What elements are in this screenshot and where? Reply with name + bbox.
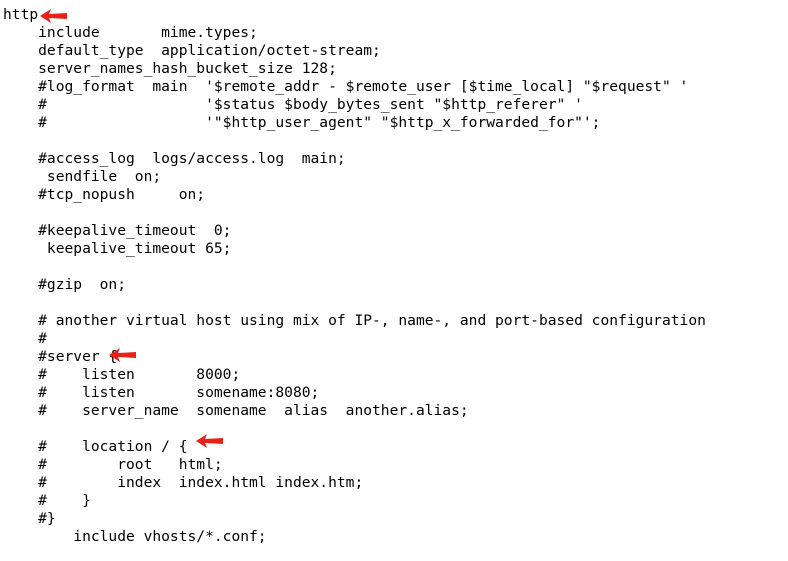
nginx-config-code: http include mime.types; default_type ap… (3, 6, 706, 546)
code-line-30: include vhosts/*.conf; (3, 528, 267, 545)
code-line-22: # listen somename:8080; (3, 384, 320, 401)
code-line-21: # listen 8000; (3, 366, 241, 383)
code-line-4: server_names_hash_bucket_size 128; (3, 60, 337, 77)
code-line-3: default_type application/octet-stream; (3, 42, 381, 59)
code-line-23: # server_name somename alias another.ali… (3, 402, 469, 419)
code-line-18: # another virtual host using mix of IP-,… (3, 312, 706, 329)
code-line-6: # '$status $body_bytes_sent "$http_refer… (3, 96, 583, 113)
code-line-11: #tcp_nopush on; (3, 186, 206, 203)
code-line-1: http (3, 6, 39, 23)
code-line-25: # location / { (3, 438, 188, 455)
code-line-5: #log_format main '$remote_addr - $remote… (3, 78, 689, 95)
code-line-27: # index index.html index.htm; (3, 474, 364, 491)
red-arrow-left-icon (196, 434, 224, 448)
code-line-16: #gzip on; (3, 276, 127, 293)
red-arrow-left-icon (109, 348, 137, 362)
code-line-14: keepalive_timeout 65; (3, 240, 232, 257)
code-line-28: # } (3, 492, 91, 509)
code-line-2: include mime.types; (3, 24, 258, 41)
code-line-7: # '"$http_user_agent" "$http_x_forwarded… (3, 114, 601, 131)
red-arrow-left-icon (40, 9, 68, 23)
code-line-19: # (3, 330, 47, 347)
code-line-13: #keepalive_timeout 0; (3, 222, 232, 239)
code-line-9: #access_log logs/access.log main; (3, 150, 346, 167)
code-line-26: # root html; (3, 456, 223, 473)
code-line-29: #} (3, 510, 56, 527)
code-line-10: sendfile on; (3, 168, 162, 185)
